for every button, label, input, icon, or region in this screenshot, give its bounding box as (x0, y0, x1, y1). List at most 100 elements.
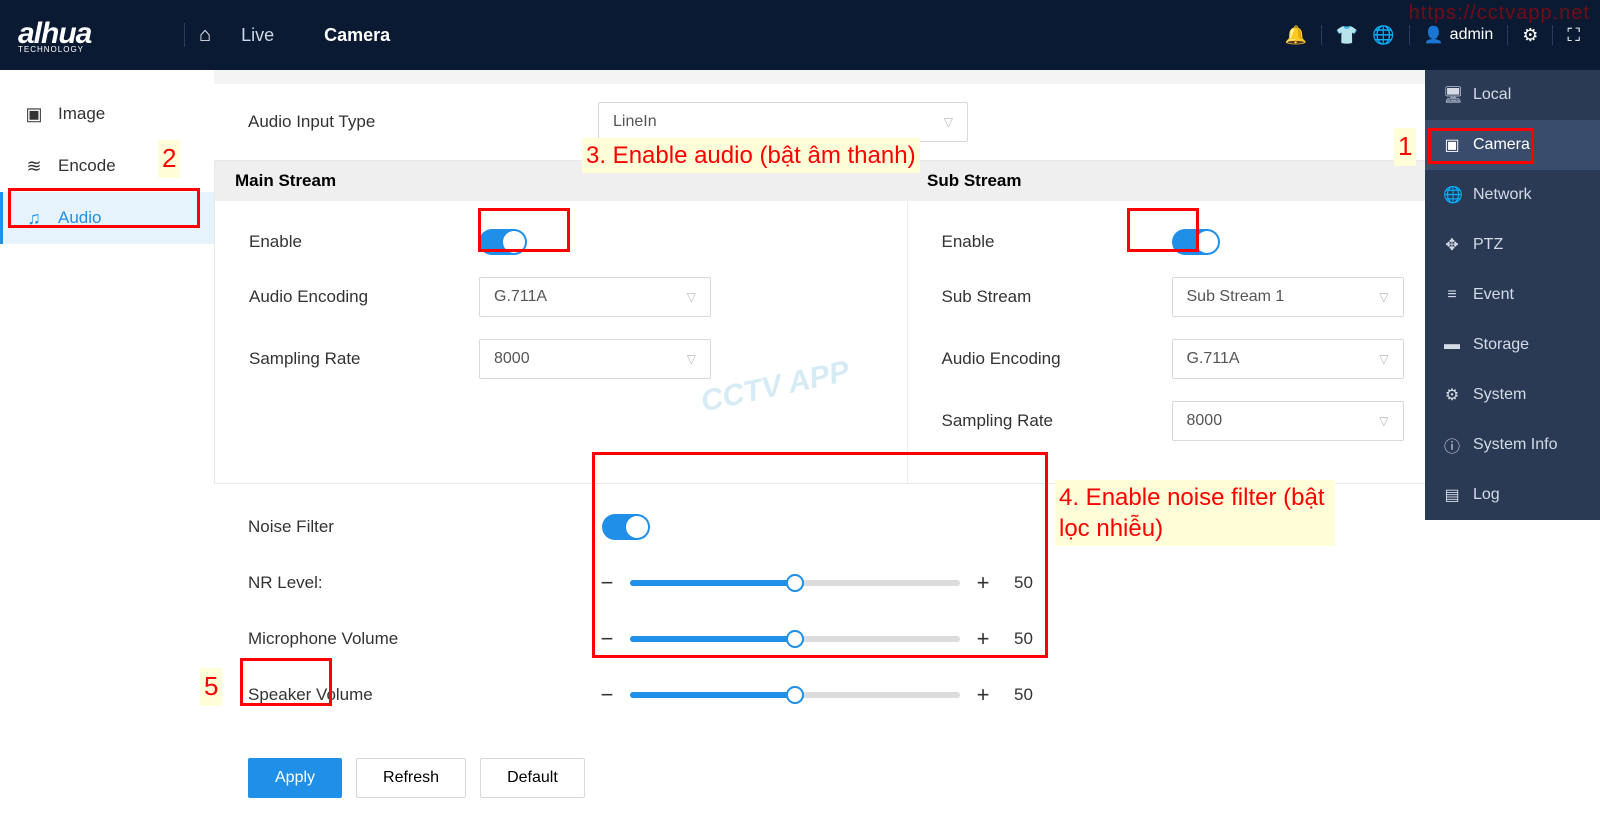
chevron-down-icon: ▽ (687, 290, 696, 304)
select-value: G.711A (494, 288, 547, 306)
shirt-icon[interactable]: 👕 (1336, 25, 1358, 46)
tab-live[interactable]: Live (241, 25, 274, 46)
sub-enable-toggle[interactable] (1172, 229, 1220, 255)
button-bar: Apply Refresh Default (214, 748, 1600, 822)
nr-level-label: NR Level: (248, 573, 598, 593)
sampling-rate-label: Sampling Rate (249, 349, 479, 369)
apply-button[interactable]: Apply (248, 758, 342, 798)
user-menu[interactable]: 👤 admin (1424, 25, 1494, 45)
rightnav-label: Camera (1473, 136, 1530, 154)
chevron-down-icon: ▽ (944, 115, 953, 129)
enable-label: Enable (249, 232, 479, 252)
chevron-down-icon: ▽ (687, 352, 696, 366)
minus-icon[interactable]: − (598, 682, 616, 708)
main-sampling-select[interactable]: 8000 ▽ (479, 339, 711, 379)
rightnav-storage[interactable]: ▬ Storage (1425, 320, 1600, 370)
main-enable-toggle[interactable] (479, 229, 527, 255)
separator (184, 23, 185, 47)
mic-volume-label: Microphone Volume (248, 629, 598, 649)
rightnav-event[interactable]: ≡ Event (1425, 270, 1600, 320)
main-sampling-row: Sampling Rate 8000 ▽ (249, 339, 873, 379)
storage-icon: ▬ (1443, 336, 1461, 354)
globe-icon[interactable]: 🌐 (1372, 25, 1394, 46)
noise-filter-label: Noise Filter (248, 517, 598, 537)
sidebar-item-image[interactable]: ▣ Image (0, 88, 214, 140)
fullscreen-icon[interactable]: ⛶ (1567, 25, 1580, 46)
select-value: G.711A (1187, 350, 1240, 368)
monitor-icon: 🖥 (1443, 85, 1461, 105)
camcorder-icon: ▣ (24, 104, 44, 125)
rightnav-label: Log (1473, 486, 1500, 504)
audio-input-type-row: Audio Input Type LineIn ▽ (214, 84, 1600, 160)
audio-input-type-select[interactable]: LineIn ▽ (598, 102, 968, 142)
sidebar-item-audio[interactable]: ♫ Audio (0, 192, 214, 244)
rightnav-camera[interactable]: ▣ Camera (1425, 120, 1600, 170)
stream-section: Main Stream Sub Stream Enable Audio Enco… (214, 160, 1600, 484)
sidebar-item-label: Encode (58, 156, 116, 176)
camera-icon: ▣ (1443, 135, 1461, 155)
nr-level-slider[interactable] (630, 580, 960, 586)
speaker-volume-slider[interactable] (630, 692, 960, 698)
rightnav-label: Network (1473, 186, 1532, 204)
main-stream-col: Enable Audio Encoding G.711A ▽ Sampling … (215, 201, 908, 483)
rightnav-ptz[interactable]: ✥ PTZ (1425, 220, 1600, 270)
rightnav-system-info[interactable]: ⓘ System Info (1425, 420, 1600, 470)
select-value: 8000 (1187, 412, 1223, 430)
sub-sampling-select[interactable]: 8000 ▽ (1172, 401, 1404, 441)
user-name: admin (1450, 26, 1494, 44)
rightnav-network[interactable]: 🌐 Network (1425, 170, 1600, 220)
chevron-down-icon: ▽ (1379, 414, 1388, 428)
rightnav-system[interactable]: ⚙ System (1425, 370, 1600, 420)
main-content: Audio Input Type LineIn ▽ Main Stream Su… (214, 70, 1600, 784)
minus-icon[interactable]: − (598, 570, 616, 596)
main-stream-title: Main Stream (215, 161, 907, 201)
sidebar-item-label: Audio (58, 208, 101, 228)
headphones-icon: ♫ (24, 208, 44, 229)
mic-volume-slider[interactable] (630, 636, 960, 642)
stream-body: Enable Audio Encoding G.711A ▽ Sampling … (215, 201, 1599, 483)
log-icon: ▤ (1443, 485, 1461, 505)
plus-icon[interactable]: + (974, 570, 992, 596)
noise-filter-toggle[interactable] (602, 514, 650, 540)
ptz-icon: ✥ (1443, 235, 1461, 255)
container: ▣ Image ≋ Encode ♫ Audio Audio Input Typ… (0, 70, 1600, 784)
speaker-volume-label: Speaker Volume (248, 685, 598, 705)
separator (1409, 25, 1410, 45)
separator (1321, 25, 1322, 45)
minus-icon[interactable]: − (598, 626, 616, 652)
layers-icon: ≋ (24, 156, 44, 177)
gear-icon[interactable]: ⚙ (1522, 25, 1538, 46)
noise-filter-section: Noise Filter NR Level: − + 50 Microp (214, 484, 1600, 748)
audio-input-type-label: Audio Input Type (248, 112, 598, 132)
plus-icon[interactable]: + (974, 682, 992, 708)
default-button[interactable]: Default (480, 758, 585, 798)
top-right: 🔔 👕 🌐 👤 admin ⚙ ⛶ (1284, 25, 1600, 46)
mic-volume-value: 50 (1014, 629, 1033, 649)
nr-level-value: 50 (1014, 573, 1033, 593)
bell-icon[interactable]: 🔔 (1284, 25, 1306, 46)
rightnav-label: PTZ (1473, 236, 1503, 254)
user-icon: 👤 (1424, 25, 1444, 45)
gear-icon: ⚙ (1443, 385, 1461, 405)
rightnav-label: System (1473, 386, 1526, 404)
rightnav-label: System Info (1473, 436, 1557, 454)
top-tabs: Live Camera (241, 25, 390, 46)
main-encoding-select[interactable]: G.711A ▽ (479, 277, 711, 317)
enable-label: Enable (942, 232, 1172, 252)
rightnav-local[interactable]: 🖥 Local (1425, 70, 1600, 120)
sidebar-item-encode[interactable]: ≋ Encode (0, 140, 214, 192)
info-icon: ⓘ (1443, 433, 1461, 457)
separator (1552, 25, 1553, 45)
home-icon[interactable]: ⌂ (199, 24, 211, 47)
mic-volume-row: Microphone Volume − + 50 (248, 626, 1566, 652)
refresh-button[interactable]: Refresh (356, 758, 466, 798)
nr-level-row: NR Level: − + 50 (248, 570, 1566, 596)
event-icon: ≡ (1443, 286, 1461, 304)
sub-stream-select[interactable]: Sub Stream 1 ▽ (1172, 277, 1404, 317)
rightnav-log[interactable]: ▤ Log (1425, 470, 1600, 520)
speaker-volume-row: Speaker Volume − + 50 (248, 682, 1566, 708)
sub-encoding-select[interactable]: G.711A ▽ (1172, 339, 1404, 379)
plus-icon[interactable]: + (974, 626, 992, 652)
audio-encoding-label: Audio Encoding (942, 349, 1172, 369)
tab-camera[interactable]: Camera (324, 25, 390, 46)
